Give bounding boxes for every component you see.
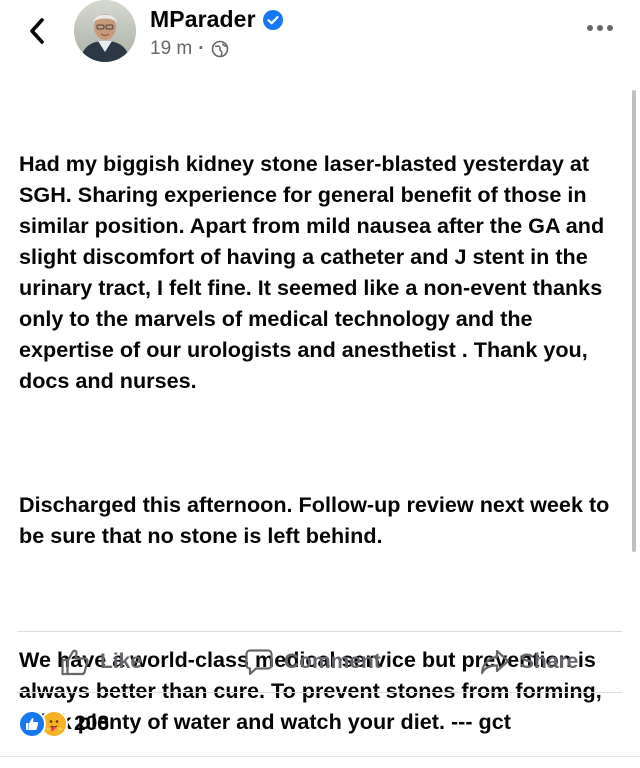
action-bar: Like Comment Share — [0, 632, 640, 692]
reaction-icons — [18, 709, 70, 739]
share-icon — [480, 649, 510, 675]
post-time[interactable]: 19 m — [150, 38, 192, 60]
avatar[interactable] — [74, 0, 136, 62]
reactions-summary[interactable]: 208 — [18, 708, 109, 740]
more-icon — [587, 25, 613, 31]
author-row: MParader — [150, 6, 283, 33]
post-meta: 19 m · — [150, 38, 229, 60]
post-header: MParader 19 m · — [0, 0, 640, 72]
comment-button[interactable]: Comment — [244, 632, 381, 692]
comment-label: Comment — [284, 650, 381, 673]
share-button[interactable]: Share — [480, 632, 578, 692]
post-paragraph: Had my biggish kidney stone laser-blaste… — [19, 151, 611, 393]
globe-icon — [211, 40, 228, 58]
post-paragraph: Discharged this afternoon. Follow-up rev… — [19, 492, 616, 548]
like-label: Like — [100, 650, 143, 673]
verified-badge-icon — [262, 9, 283, 30]
profile-photo — [74, 0, 136, 62]
chevron-left-icon — [30, 18, 44, 44]
share-label: Share — [520, 650, 579, 673]
scrollbar[interactable] — [632, 90, 636, 552]
thumbs-up-icon — [61, 649, 89, 676]
reaction-count: 208 — [74, 712, 110, 735]
like-button[interactable]: Like — [60, 632, 142, 692]
like-reaction-icon — [18, 710, 46, 738]
author-name[interactable]: MParader — [150, 6, 256, 33]
back-button[interactable] — [22, 14, 52, 48]
divider — [17, 692, 622, 693]
meta-separator: · — [198, 38, 205, 59]
comment-icon — [245, 649, 273, 676]
more-options-button[interactable] — [584, 20, 616, 36]
